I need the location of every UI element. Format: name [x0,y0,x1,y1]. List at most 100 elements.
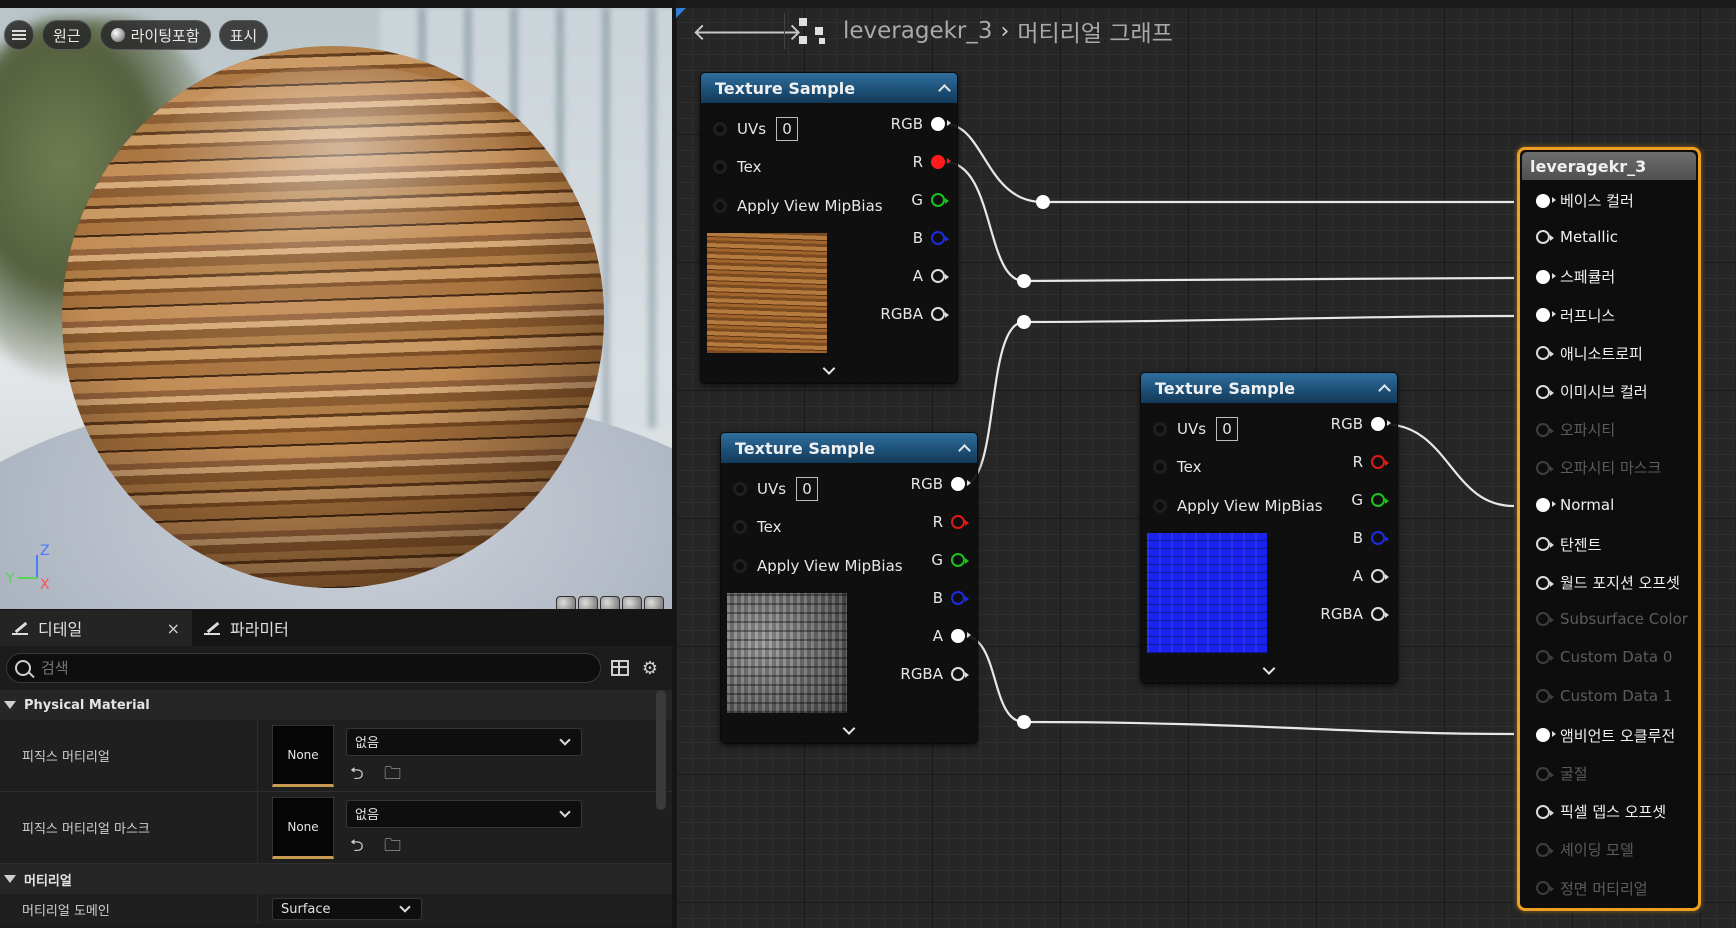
input-pin-uvs[interactable]: UVs 0 [713,117,799,141]
expand-node-icon[interactable] [822,362,836,375]
output-pin-r[interactable]: R [1353,453,1389,471]
output-pin-a[interactable]: A [1353,567,1389,585]
result-input-row[interactable]: Metallic [1536,228,1618,246]
texture-sample-node-3[interactable]: Texture Sample UVs 0 Tex Apply View MipBi… [1140,372,1398,684]
reroute-node[interactable] [1017,315,1031,329]
section-material[interactable]: 머티리얼 [0,864,672,894]
input-pin[interactable] [1536,688,1554,703]
perspective-button[interactable]: 원근 [42,20,92,50]
result-input-row[interactable]: 러프니스 [1536,305,1615,326]
texture-sample-node-1[interactable]: Texture Sample UVs 0 Tex Apply View MipBi… [700,72,958,384]
output-pin-b[interactable]: B [933,589,969,607]
output-pin-rgb[interactable]: RGB [891,115,951,133]
reroute-node[interactable] [1017,715,1031,729]
input-pin[interactable] [1536,230,1554,245]
output-pin-a[interactable]: A [913,267,949,285]
input-pin[interactable] [1536,460,1554,475]
output-pin-g[interactable]: G [931,551,969,569]
collapse-icon[interactable] [938,84,951,97]
result-input-row[interactable]: Normal [1536,496,1614,514]
cylinder-preview-icon[interactable] [556,596,576,609]
input-pin[interactable] [1536,193,1556,208]
input-pin[interactable] [1536,881,1554,896]
output-pin-g[interactable]: G [1351,491,1389,509]
input-pin-tex[interactable]: Tex [713,158,761,176]
details-search-input[interactable] [41,659,541,677]
result-input-row[interactable]: 애니소트로피 [1536,343,1643,364]
output-pin-r[interactable]: R [913,153,951,171]
input-pin[interactable] [1536,537,1554,552]
material-result-node[interactable]: leveragekr_3 베이스 컬러 Metallic 스페큘러러프니스애니소트로… [1517,147,1701,911]
output-pin-a[interactable]: A [933,627,971,645]
node-header[interactable]: Texture Sample [721,433,977,463]
output-pin-rgb[interactable]: RGB [911,475,971,493]
result-node-header[interactable]: leveragekr_3 [1522,152,1696,180]
input-pin[interactable] [1536,346,1554,361]
texture-sample-node-2[interactable]: Texture Sample UVs 0 Tex Apply View MipBi… [720,432,978,744]
input-pin-uvs[interactable]: UVs 0 [1153,417,1239,441]
result-input-row[interactable]: 정면 머티리얼 [1536,878,1648,899]
table-view-button[interactable] [609,657,631,679]
browse-asset-icon[interactable]: 🗀 [384,836,404,856]
result-input-row[interactable]: 베이스 컬러 [1536,190,1634,211]
details-scrollbar[interactable] [656,690,666,810]
back-arrow-icon[interactable]: 🡐 [692,17,756,46]
use-selected-asset-icon[interactable]: ⮌ [350,836,370,856]
reroute-node[interactable] [1017,274,1031,288]
expand-node-icon[interactable] [842,722,856,735]
close-tab-button[interactable]: × [167,619,180,638]
input-pin-mipbias[interactable]: Apply View MipBias [733,557,903,575]
output-pin-b[interactable]: B [913,229,949,247]
node-header[interactable]: Texture Sample [701,73,957,103]
result-input-row[interactable]: 셰이딩 모델 [1536,839,1634,860]
input-pin[interactable] [1536,804,1554,819]
result-input-row[interactable]: 이미시브 컬러 [1536,381,1648,402]
forward-arrow-icon[interactable]: 🡒 [738,17,802,46]
use-selected-asset-icon[interactable]: ⮌ [350,764,370,784]
input-pin[interactable] [1536,497,1556,512]
output-pin-r[interactable]: R [933,513,969,531]
result-input-row[interactable]: Custom Data 0 [1536,648,1672,666]
output-pin-rgba[interactable]: RGBA [880,305,949,323]
input-pin[interactable] [1536,384,1554,399]
show-button[interactable]: 표시 [218,20,269,50]
collapse-icon[interactable] [1378,384,1391,397]
browse-asset-icon[interactable]: 🗀 [384,764,404,784]
input-pin[interactable] [1536,728,1556,743]
asset-thumbnail[interactable]: None [272,796,334,859]
tab-details[interactable]: 디테일 × [0,610,192,646]
result-input-row[interactable]: 탄젠트 [1536,534,1601,555]
result-input-row[interactable]: 픽셀 뎁스 오프셋 [1536,801,1666,822]
result-input-row[interactable]: 스페큘러 [1536,266,1615,287]
input-pin[interactable] [1536,422,1554,437]
result-input-row[interactable]: 월드 포지션 오프셋 [1536,572,1680,593]
uv-index-field[interactable]: 0 [796,477,819,501]
input-pin[interactable] [1536,575,1554,590]
uv-index-field[interactable]: 0 [776,117,799,141]
viewport-menu-button[interactable] [4,20,34,50]
output-pin-b[interactable]: B [1353,529,1389,547]
breadcrumb-asset[interactable]: leveragekr_3 [843,18,993,44]
sphere-preview-icon[interactable] [578,596,598,609]
result-input-row[interactable]: 오파시티 [1536,419,1615,440]
input-pin-mipbias[interactable]: Apply View MipBias [713,197,883,215]
tab-parameters[interactable]: 파라미터 [192,610,301,646]
settings-button[interactable]: ⚙ [639,657,661,679]
asset-picker-combo[interactable]: 없음 [346,727,582,756]
plane-preview-icon[interactable] [600,596,620,609]
input-pin[interactable] [1536,269,1556,284]
input-pin-tex[interactable]: Tex [733,518,781,536]
input-pin[interactable] [1536,308,1556,323]
cube-preview-icon[interactable] [622,596,642,609]
lighting-mode-button[interactable]: 라이팅포함 [99,20,211,50]
reroute-node[interactable] [1036,195,1050,209]
input-pin-uvs[interactable]: UVs 0 [733,477,819,501]
input-pin[interactable] [1536,766,1554,781]
expand-node-icon[interactable] [1262,662,1276,675]
result-input-row[interactable]: Subsurface Color [1536,610,1688,628]
asset-picker-combo[interactable]: 없음 [346,799,582,828]
input-pin[interactable] [1536,842,1554,857]
details-search-box[interactable] [6,653,601,683]
output-pin-g[interactable]: G [911,191,949,209]
result-input-row[interactable]: Custom Data 1 [1536,687,1672,705]
